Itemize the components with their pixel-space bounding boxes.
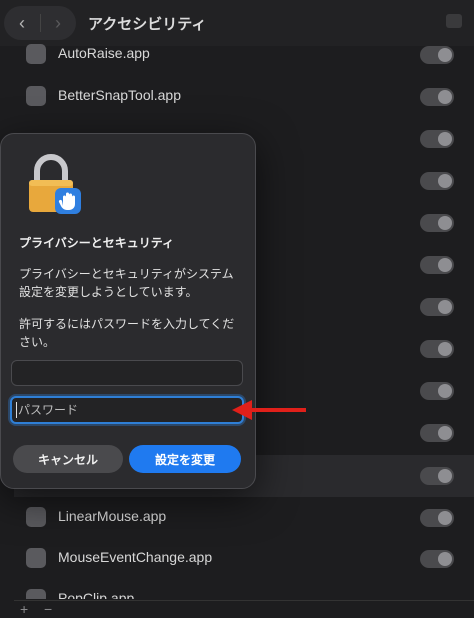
toggle-switch[interactable] — [420, 424, 454, 442]
toggle-switch[interactable] — [420, 256, 454, 274]
toggle-switch[interactable] — [420, 467, 454, 485]
password-field[interactable] — [10, 396, 244, 424]
app-name: AutoRaise.app — [58, 45, 150, 61]
password-input[interactable] — [12, 398, 242, 422]
dialog-message: プライバシーとセキュリティがシステム設定を変更しようとしています。 — [19, 267, 234, 299]
app-icon — [26, 44, 46, 64]
add-button[interactable]: + — [20, 601, 28, 617]
list-item[interactable]: LinearMouse.app — [14, 497, 464, 537]
app-name: BetterSnapTool.app — [58, 87, 181, 103]
chevron-right-icon: › — [55, 12, 61, 33]
app-icon — [26, 589, 46, 599]
app-icon — [26, 548, 46, 568]
window-title: アクセシビリティ — [88, 16, 207, 33]
cancel-button[interactable]: キャンセル — [13, 445, 123, 473]
toggle-switch[interactable] — [420, 382, 454, 400]
list-item[interactable]: AutoRaise.app — [14, 34, 464, 74]
app-icon — [26, 86, 46, 106]
chevron-left-icon: ‹ — [19, 12, 25, 33]
app-name: PopClip.app — [58, 590, 135, 599]
authentication-dialog: プライバシーとセキュリティ プライバシーとセキュリティがシステム設定を変更しよう… — [0, 133, 256, 489]
toggle-switch[interactable] — [420, 550, 454, 568]
toggle-switch[interactable] — [420, 130, 454, 148]
toggle-switch[interactable] — [420, 509, 454, 527]
toggle-switch[interactable] — [420, 46, 454, 64]
username-field[interactable] — [11, 360, 243, 386]
app-icon — [26, 507, 46, 527]
toggle-switch[interactable] — [420, 172, 454, 190]
dialog-title: プライバシーとセキュリティ — [19, 236, 175, 250]
app-name: MouseEventChange.app — [58, 549, 213, 565]
text-cursor — [16, 402, 17, 418]
remove-button[interactable]: − — [44, 601, 52, 617]
lock-icon — [27, 154, 83, 216]
list-item[interactable]: PopClip.app — [14, 579, 464, 599]
toggle-switch[interactable] — [420, 298, 454, 316]
list-item[interactable]: MouseEventChange.app — [14, 538, 464, 578]
dialog-prompt: 許可するにはパスワードを入力してください。 — [19, 317, 235, 349]
list-item[interactable]: BetterSnapTool.app — [14, 76, 464, 116]
toolbar-control-icon[interactable] — [446, 14, 462, 28]
modify-settings-button[interactable]: 設定を変更 — [129, 445, 241, 473]
annotation-arrow-icon — [232, 400, 306, 420]
app-name: LinearMouse.app — [58, 508, 167, 524]
toggle-switch[interactable] — [420, 88, 454, 106]
toggle-switch[interactable] — [420, 214, 454, 232]
toggle-switch[interactable] — [420, 340, 454, 358]
list-bottom-bar: + − — [14, 600, 474, 618]
